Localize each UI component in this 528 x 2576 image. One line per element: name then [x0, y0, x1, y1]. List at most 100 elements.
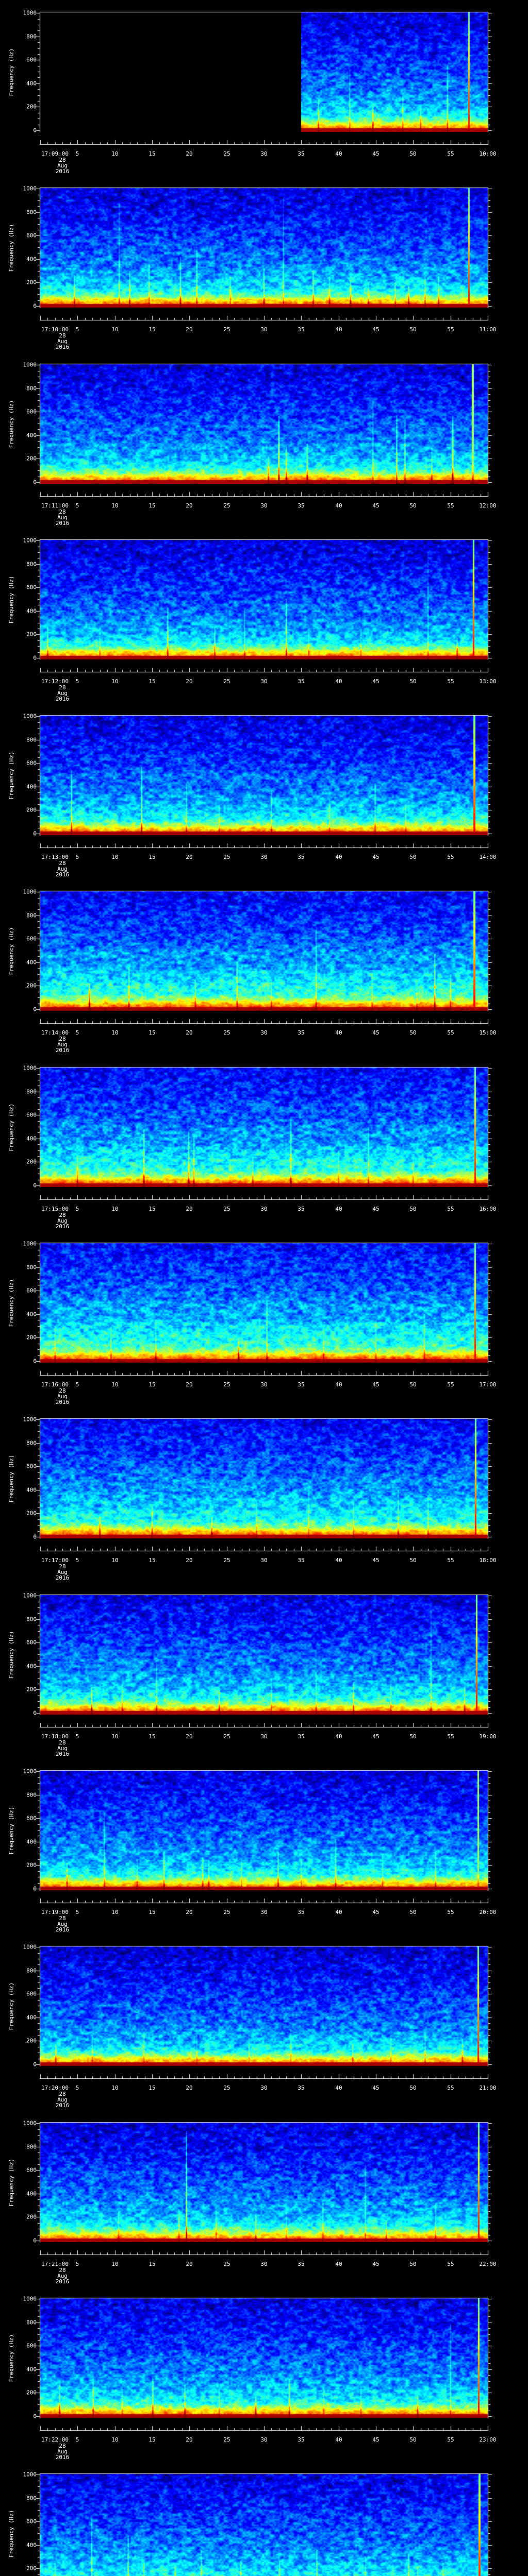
y-tick-label: 1000: [23, 1768, 37, 1775]
x-tick-label: 50: [409, 1557, 417, 1564]
x-start-time-label: 17:13:00: [41, 854, 69, 860]
y-tick-label: 0: [33, 479, 37, 486]
date-year-label: 2016: [55, 168, 70, 175]
y-tick-label: 0: [33, 1533, 37, 1540]
x-tick-label: 25: [223, 678, 230, 685]
x-tick-label: 55: [447, 854, 454, 860]
x-tick-label: 30: [260, 854, 268, 860]
y-tick-label: 1000: [23, 713, 37, 720]
spectrogram-panel-17-09-00: Frequency (Hz) 0 200 400 600 800 1000 17:09:00 5…: [0, 0, 528, 176]
x-end-time-label: 11:00: [479, 326, 497, 333]
x-tick-label: 5: [75, 326, 79, 333]
y-tick-label: 0: [33, 302, 37, 310]
x-tick-label: 35: [298, 150, 305, 157]
x-tick-label: 40: [335, 502, 342, 509]
x-tick-label: 5: [75, 854, 79, 860]
x-start-time-label: 17:22:00: [41, 2436, 69, 2443]
frequency-axis-label: Frequency (Hz): [8, 2158, 15, 2207]
x-tick-label: 15: [148, 2084, 156, 2091]
x-tick-label: 55: [447, 1206, 454, 1212]
x-tick-label: 5: [75, 1733, 79, 1740]
x-end-time-label: 16:00: [479, 1206, 497, 1212]
y-tick-label: 200: [26, 455, 37, 462]
x-tick-label: 50: [409, 150, 417, 157]
x-tick-label: 5: [75, 2261, 79, 2267]
x-tick-label: 35: [298, 1557, 305, 1564]
spectrogram-canvas: [0, 1934, 528, 2110]
spectrogram-panel-17-13-00: Frequency (Hz) 0 200 400 600 800 1000 17:13:00 5…: [0, 703, 528, 879]
spectrogram-panel-17-17-00: Frequency (Hz) 0 200 400 600 800 1000 17:17:00 5…: [0, 1406, 528, 1583]
y-tick-label: 600: [26, 759, 37, 767]
y-tick-label: 200: [26, 279, 37, 286]
x-tick-label: 15: [148, 1381, 156, 1388]
x-tick-label: 25: [223, 1557, 230, 1564]
x-tick-label: 35: [298, 854, 305, 860]
x-tick-label: 40: [335, 854, 342, 860]
y-tick-label: 800: [26, 1439, 37, 1447]
x-tick-label: 30: [260, 1206, 268, 1212]
frequency-axis-label: Frequency (Hz): [8, 1103, 15, 1151]
x-tick-label: 25: [223, 2436, 230, 2443]
x-tick-label: 25: [223, 2261, 230, 2267]
y-tick-label: 800: [26, 1967, 37, 1974]
x-tick-label: 50: [409, 502, 417, 509]
spectrogram-canvas: [0, 1758, 528, 1935]
y-tick-label: 200: [26, 1861, 37, 1869]
y-tick-label: 200: [26, 2565, 37, 2572]
x-tick-label: 15: [148, 1557, 156, 1564]
frequency-axis-label: Frequency (Hz): [8, 48, 15, 96]
x-tick-label: 35: [298, 2436, 305, 2443]
x-tick-label: 25: [223, 502, 230, 509]
x-tick-label: 20: [186, 1909, 193, 1916]
x-tick-label: 35: [298, 1206, 305, 1212]
x-tick-label: 30: [260, 2436, 268, 2443]
x-tick-label: 50: [409, 2084, 417, 2091]
x-tick-label: 40: [335, 2436, 342, 2443]
x-tick-label: 10: [111, 1733, 119, 1740]
y-tick-label: 800: [26, 1616, 37, 1623]
x-tick-label: 45: [372, 1206, 380, 1212]
y-tick-label: 600: [26, 935, 37, 942]
x-tick-label: 50: [409, 854, 417, 860]
x-start-time-label: 17:15:00: [41, 1206, 69, 1212]
x-tick-label: 40: [335, 150, 342, 157]
x-end-time-label: 22:00: [479, 2261, 497, 2267]
spectrogram-panel-17-12-00: Frequency (Hz) 0 200 400 600 800 1000 17:12:00 5…: [0, 528, 528, 704]
y-tick-label: 0: [33, 2413, 37, 2420]
date-year-label: 2016: [55, 2102, 70, 2109]
x-tick-label: 55: [447, 2261, 454, 2267]
x-end-time-label: 21:00: [479, 2084, 497, 2091]
y-tick-label: 800: [26, 1791, 37, 1799]
x-tick-label: 50: [409, 1909, 417, 1916]
y-tick-label: 1000: [23, 1240, 37, 1247]
y-tick-label: 0: [33, 2237, 37, 2244]
y-tick-label: 1000: [23, 2120, 37, 2127]
x-tick-label: 40: [335, 1381, 342, 1388]
x-tick-label: 50: [409, 1029, 417, 1036]
y-tick-label: 200: [26, 2037, 37, 2044]
y-tick-label: 0: [33, 1885, 37, 1892]
spectrogram-canvas: [0, 1055, 528, 1231]
x-tick-label: 35: [298, 1381, 305, 1388]
y-tick-label: 600: [26, 584, 37, 591]
x-tick-label: 5: [75, 678, 79, 685]
x-tick-label: 40: [335, 1206, 342, 1212]
x-start-time-label: 17:17:00: [41, 1557, 69, 1564]
y-tick-label: 800: [26, 2495, 37, 2502]
x-tick-label: 45: [372, 502, 380, 509]
spectrogram-canvas: [0, 1231, 528, 1407]
x-tick-label: 5: [75, 2436, 79, 2443]
x-tick-label: 5: [75, 1557, 79, 1564]
x-tick-label: 10: [111, 1909, 119, 1916]
x-start-time-label: 17:20:00: [41, 2084, 69, 2091]
x-tick-label: 15: [148, 150, 156, 157]
x-tick-label: 20: [186, 1557, 193, 1564]
y-tick-label: 400: [26, 1838, 37, 1845]
x-tick-label: 15: [148, 2261, 156, 2267]
x-tick-label: 35: [298, 1733, 305, 1740]
y-tick-label: 800: [26, 736, 37, 743]
x-end-time-label: 13:00: [479, 678, 497, 685]
spectrogram-panel-17-14-00: Frequency (Hz) 0 200 400 600 800 1000 17:14:00 5…: [0, 879, 528, 1055]
y-tick-label: 200: [26, 2213, 37, 2221]
x-start-time-label: 17:16:00: [41, 1381, 69, 1388]
